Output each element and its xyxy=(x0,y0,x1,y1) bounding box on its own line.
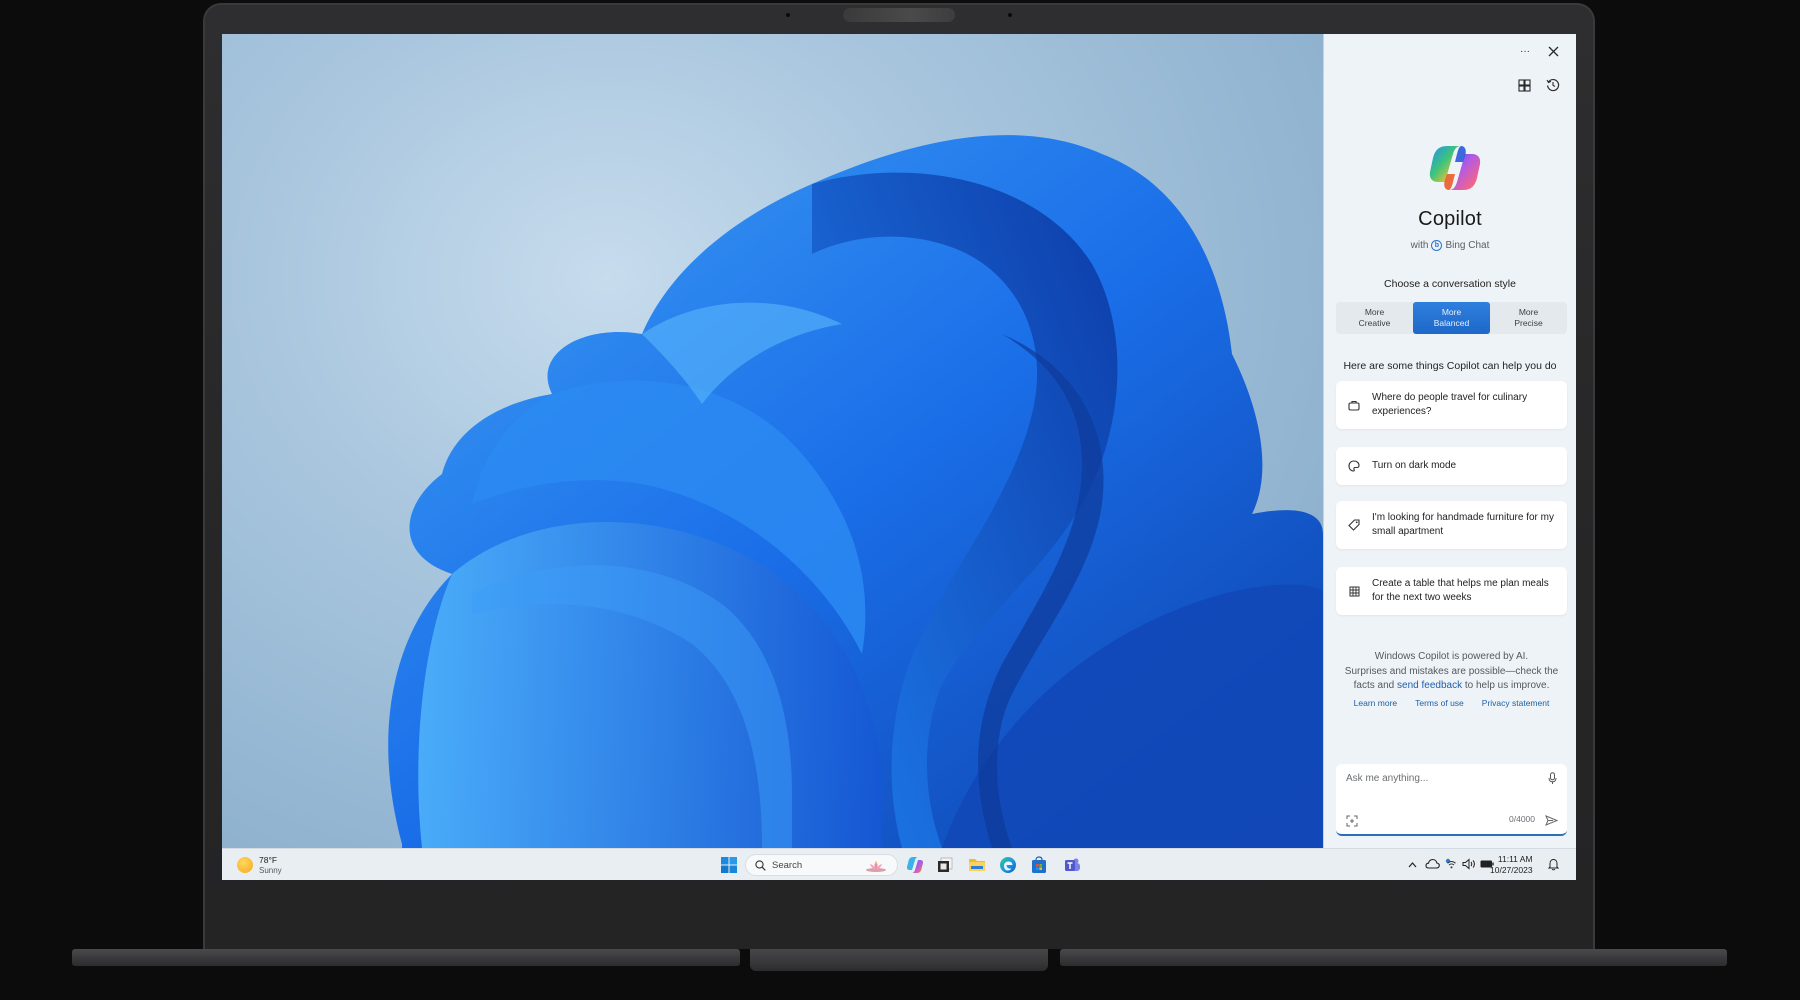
history-icon xyxy=(1546,78,1560,92)
copilot-logo-icon xyxy=(1429,146,1481,190)
suggestion-card[interactable]: I'm looking for handmade furniture for m… xyxy=(1336,501,1567,549)
sunny-icon xyxy=(237,857,253,873)
task-view-icon[interactable] xyxy=(936,856,954,874)
weather-temperature: 78°F xyxy=(259,855,278,865)
learn-more-link[interactable]: Learn more xyxy=(1354,698,1397,708)
taskbar-search-box[interactable]: Search xyxy=(745,854,898,876)
send-icon[interactable] xyxy=(1545,815,1558,826)
style-more-precise-button[interactable]: More Precise xyxy=(1490,302,1567,334)
laptop-base-left xyxy=(72,949,740,966)
clock-date: 10/27/2023 xyxy=(1490,864,1533,875)
plugins-icon xyxy=(1517,78,1531,92)
disclaimer-text: to help us improve. xyxy=(1464,680,1550,691)
choose-style-label: Choose a conversation style xyxy=(1384,278,1516,290)
file-explorer-icon[interactable] xyxy=(968,856,986,874)
search-icon xyxy=(755,859,766,871)
desktop-wallpaper xyxy=(222,34,1323,848)
subtitle-brand: Bing Chat xyxy=(1445,240,1490,251)
character-count: 0/4000 xyxy=(1509,814,1535,824)
plugins-button[interactable] xyxy=(1514,75,1534,95)
style-label: More xyxy=(1518,307,1539,317)
style-label: Creative xyxy=(1358,318,1391,328)
search-label: Search xyxy=(772,859,803,871)
palette-icon xyxy=(1348,460,1360,472)
briefcase-icon xyxy=(1348,400,1360,411)
start-button-icon[interactable] xyxy=(720,856,738,874)
suggestion-card[interactable]: Where do people travel for culinary expe… xyxy=(1336,381,1567,429)
suggestion-text: Turn on dark mode xyxy=(1372,460,1457,471)
volume-icon[interactable] xyxy=(1462,858,1476,870)
screenshot-capture-icon[interactable] xyxy=(1346,815,1358,827)
suggestion-text: Create a table that helps me plan meals … xyxy=(1372,578,1549,603)
ai-disclaimer: Windows Copilot is powered by AI. Surpri… xyxy=(1338,650,1565,694)
more-icon: ··· xyxy=(1520,45,1530,57)
style-label: Balanced xyxy=(1433,318,1470,328)
more-options-button[interactable]: ··· xyxy=(1515,41,1535,61)
copilot-panel: ··· Copilot with b Bing Chat Choose a co… xyxy=(1323,34,1576,848)
wifi-icon[interactable] xyxy=(1445,858,1458,870)
taskbar: 78°F Sunny Search 11:11 AM 10/27/2023 xyxy=(222,848,1576,880)
laptop-scene: ··· Copilot with b Bing Chat Choose a co… xyxy=(0,0,1800,1000)
show-hidden-icons-chevron-up-icon[interactable] xyxy=(1408,861,1417,868)
copilot-subtitle: with b Bing Chat xyxy=(1324,240,1576,251)
teams-chat-icon[interactable] xyxy=(1063,856,1081,874)
copilot-taskbar-icon[interactable] xyxy=(906,856,924,874)
onedrive-cloud-icon[interactable] xyxy=(1425,858,1440,869)
style-label: Precise xyxy=(1514,318,1543,328)
weather-widget[interactable]: 78°F Sunny xyxy=(222,849,302,880)
search-highlight-lotus-icon xyxy=(866,861,886,872)
camera-notch xyxy=(843,8,955,22)
close-icon xyxy=(1548,46,1558,56)
style-label: More xyxy=(1364,307,1385,317)
tag-icon xyxy=(1348,519,1360,531)
privacy-statement-link[interactable]: Privacy statement xyxy=(1482,698,1550,708)
style-more-creative-button[interactable]: More Creative xyxy=(1336,302,1413,334)
ask-input-placeholder[interactable]: Ask me anything... xyxy=(1346,773,1428,784)
microsoft-store-icon[interactable] xyxy=(1030,856,1048,874)
subtitle-prefix: with xyxy=(1410,240,1429,251)
suggestion-text: I'm looking for handmade furniture for m… xyxy=(1372,512,1554,537)
microphone-icon[interactable] xyxy=(1548,772,1557,785)
sensor-dot xyxy=(1008,13,1012,17)
send-feedback-link[interactable]: send feedback xyxy=(1397,680,1462,691)
sensor-dot xyxy=(786,13,790,17)
table-icon xyxy=(1349,586,1359,596)
close-button[interactable] xyxy=(1543,41,1563,61)
style-label: More xyxy=(1441,307,1462,317)
disclaimer-text: Windows Copilot is powered by AI. xyxy=(1374,651,1529,662)
bing-icon: b xyxy=(1431,240,1443,251)
suggestion-text: Where do people travel for culinary expe… xyxy=(1372,392,1528,417)
style-more-balanced-button[interactable]: More Balanced xyxy=(1413,302,1490,334)
bloom-wallpaper-art xyxy=(388,135,1323,848)
conversation-style-selector: More Creative More Balanced More Precise xyxy=(1336,302,1567,334)
notification-bell-icon[interactable] xyxy=(1548,858,1559,871)
copilot-title: Copilot xyxy=(1418,208,1482,230)
clock-time: 11:11 AM xyxy=(1497,854,1533,864)
suggestion-card[interactable]: Turn on dark mode xyxy=(1336,447,1567,485)
laptop-hinge xyxy=(750,949,1048,971)
help-heading: Here are some things Copilot can help yo… xyxy=(1343,360,1557,372)
system-clock[interactable]: 11:11 AM 10/27/2023 xyxy=(1490,854,1533,875)
chat-composer[interactable]: Ask me anything... 0/4000 xyxy=(1336,764,1567,836)
suggestion-card[interactable]: Create a table that helps me plan meals … xyxy=(1336,567,1567,615)
weather-condition: Sunny xyxy=(259,866,282,875)
laptop-base-right xyxy=(1060,949,1727,966)
screen: ··· Copilot with b Bing Chat Choose a co… xyxy=(222,34,1576,880)
footer-links: Learn more Terms of use Privacy statemen… xyxy=(1336,698,1567,708)
edge-browser-icon[interactable] xyxy=(999,856,1017,874)
terms-of-use-link[interactable]: Terms of use xyxy=(1415,698,1464,708)
history-button[interactable] xyxy=(1543,75,1563,95)
